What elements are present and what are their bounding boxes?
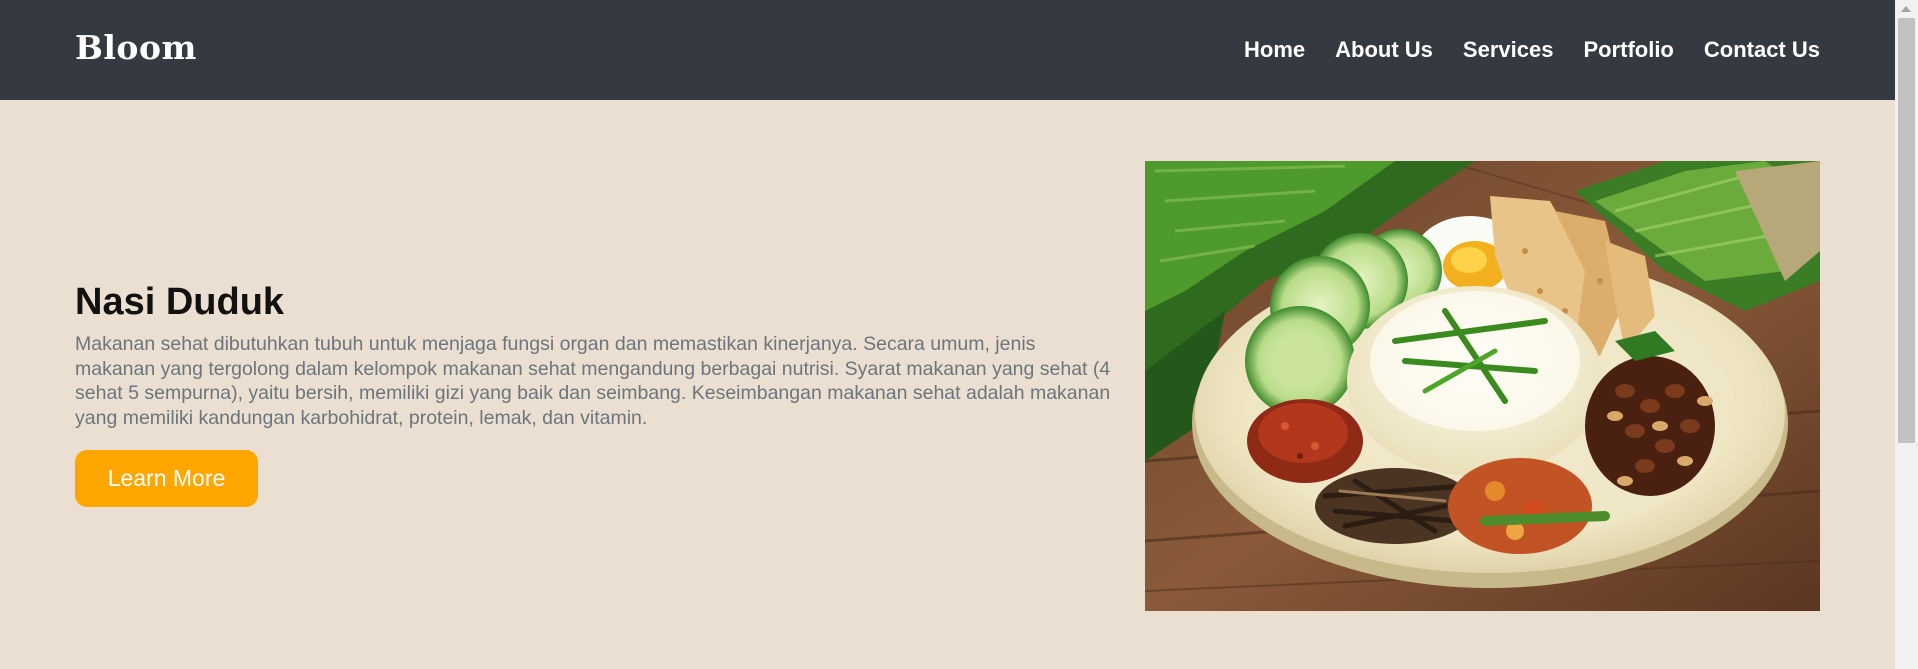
nav-link-contact-us[interactable]: Contact Us — [1704, 37, 1820, 63]
hero-text-block: Nasi Duduk Makanan sehat dibutuhkan tubu… — [75, 276, 1115, 430]
page: Bloom Home About Us Services Portfolio C… — [0, 0, 1895, 669]
hero-food-image — [1145, 161, 1820, 611]
vertical-scrollbar[interactable] — [1895, 0, 1918, 669]
scroll-up-arrow-icon[interactable] — [1901, 6, 1911, 12]
hero-description: Makanan sehat dibutuhkan tubuh untuk men… — [75, 333, 1111, 429]
nav-link-home[interactable]: Home — [1244, 37, 1305, 63]
brand-logo[interactable]: Bloom — [75, 28, 197, 67]
hero-title: Nasi Duduk — [75, 281, 285, 323]
nav-link-services[interactable]: Services — [1463, 37, 1554, 63]
nasi-uduk-illustration — [1145, 161, 1820, 611]
nav-link-about-us[interactable]: About Us — [1335, 37, 1433, 63]
nav-link-portfolio[interactable]: Portfolio — [1583, 37, 1673, 63]
navbar: Bloom Home About Us Services Portfolio C… — [0, 0, 1895, 100]
scrollbar-thumb[interactable] — [1898, 18, 1915, 443]
nav-links: Home About Us Services Portfolio Contact… — [1244, 37, 1820, 63]
learn-more-button[interactable]: Learn More — [75, 450, 258, 507]
